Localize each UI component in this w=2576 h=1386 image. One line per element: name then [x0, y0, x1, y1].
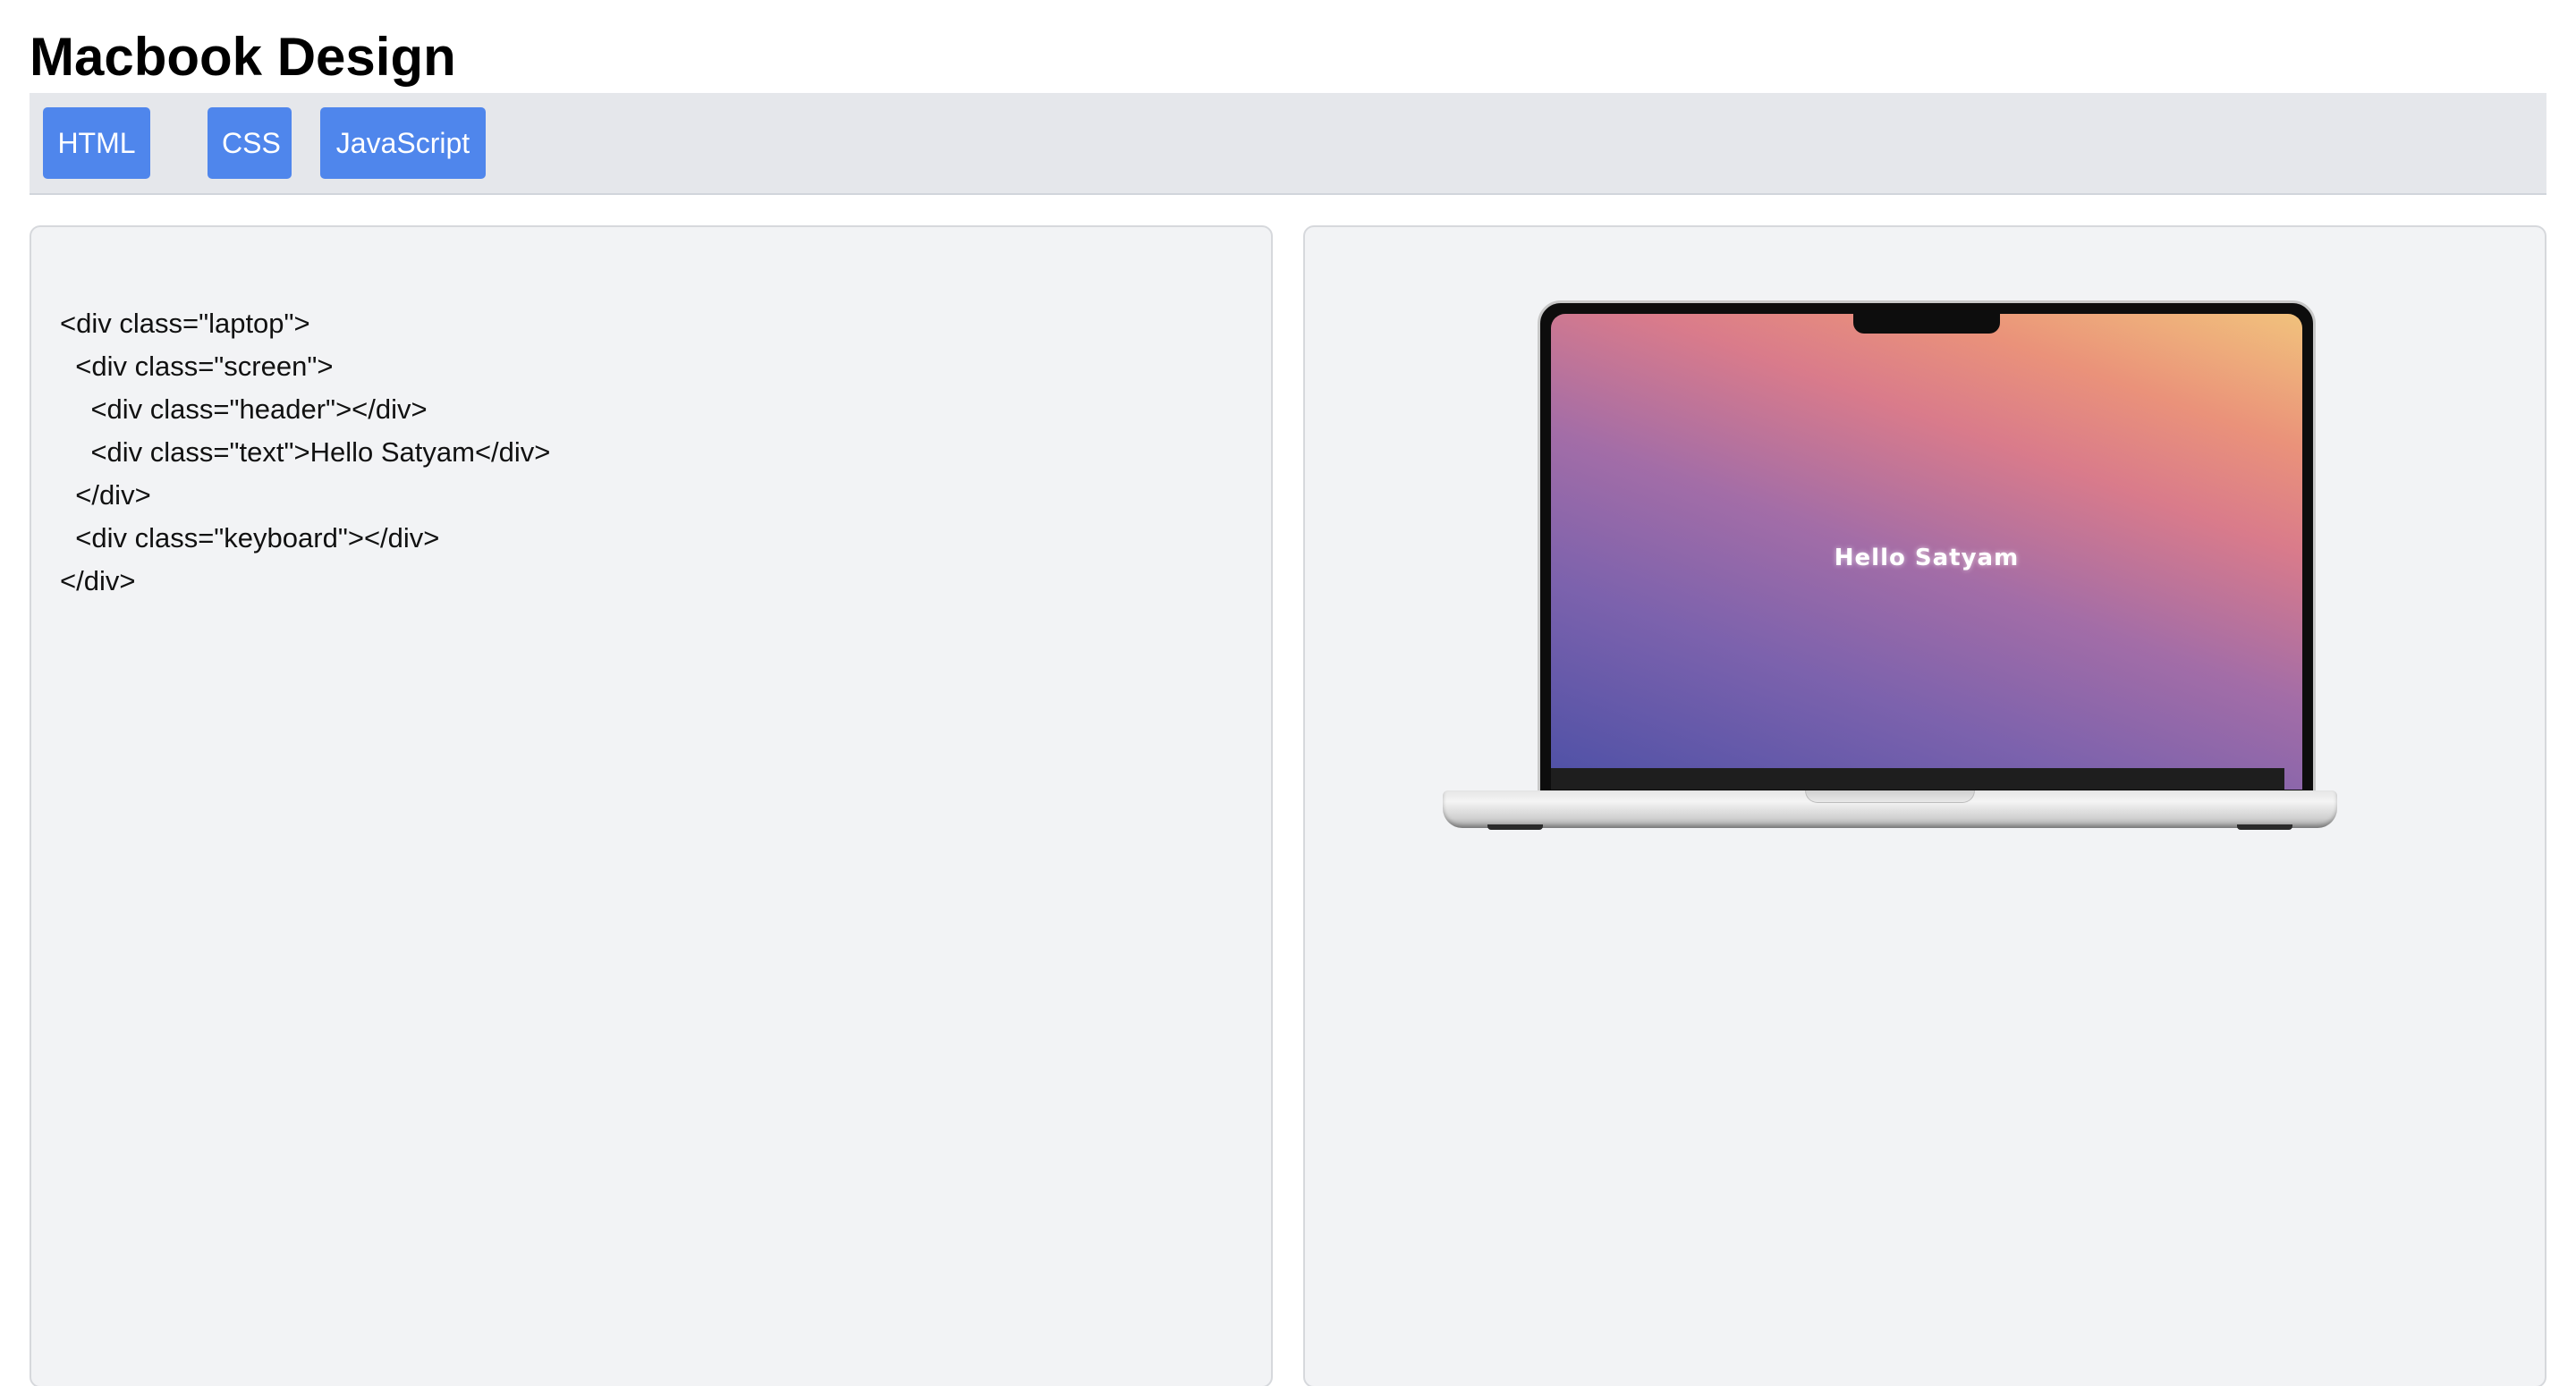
screen-bezel-bottom [1551, 768, 2284, 790]
tab-html[interactable]: HTML [43, 107, 150, 179]
laptop-foot-right [2237, 824, 2292, 830]
laptop-lid: Hello Satyam [1538, 300, 2316, 796]
tab-javascript[interactable]: JavaScript [320, 107, 486, 179]
base-opening-notch [1805, 790, 1975, 803]
panels: <div class="laptop"> <div class="screen"… [30, 225, 2546, 1386]
page: Macbook Design HTML CSS JavaScript <div … [0, 0, 2576, 1386]
page-title: Macbook Design [30, 27, 456, 87]
code-line: </div> [60, 479, 151, 511]
tab-css[interactable]: CSS [208, 107, 292, 179]
code-line: <div class="text">Hello Satyam</div> [60, 436, 551, 468]
camera-notch [1853, 314, 2000, 334]
code-block[interactable]: <div class="laptop"> <div class="screen"… [31, 227, 1271, 603]
code-line: <div class="laptop"> [60, 308, 310, 339]
laptop-foot-left [1487, 824, 1543, 830]
code-panel[interactable]: <div class="laptop"> <div class="screen"… [30, 225, 1273, 1386]
laptop-base [1443, 790, 2337, 828]
laptop-illustration: Hello Satyam [1443, 300, 2337, 837]
tab-bar: HTML CSS JavaScript [30, 93, 2546, 195]
code-line: <div class="header"></div> [60, 393, 428, 425]
code-line: <div class="keyboard"></div> [60, 522, 440, 554]
preview-panel: Hello Satyam [1303, 225, 2546, 1386]
screen-text: Hello Satyam [1834, 545, 2020, 571]
code-line: <div class="screen"> [60, 351, 334, 382]
code-line: </div> [60, 565, 136, 596]
laptop-screen: Hello Satyam [1551, 314, 2302, 790]
